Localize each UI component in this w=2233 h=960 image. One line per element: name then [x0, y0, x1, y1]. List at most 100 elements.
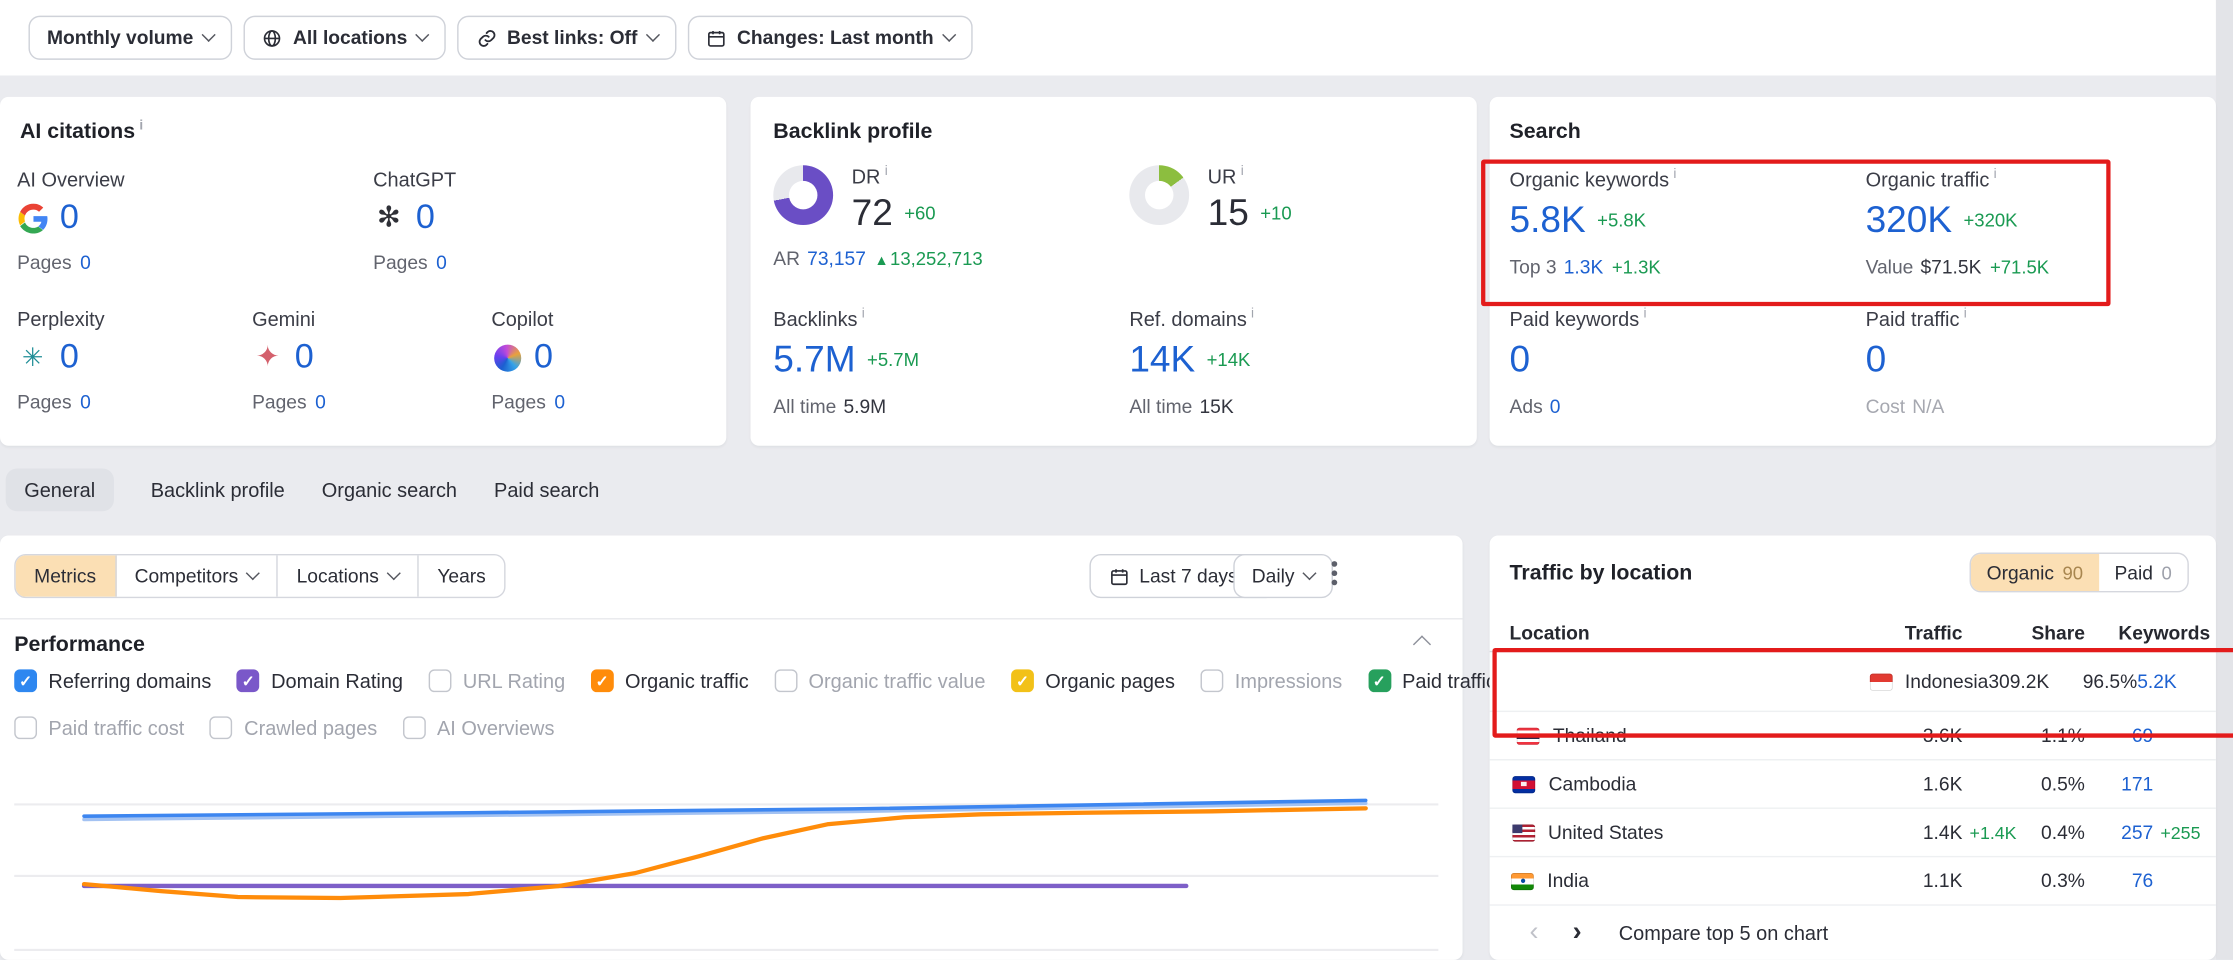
tab-backlink-profile[interactable]: Backlink profile [151, 469, 285, 512]
tab-paid-search[interactable]: Paid search [494, 469, 599, 512]
pages-count-link[interactable]: 0 [80, 253, 91, 274]
chevron-down-icon [1302, 566, 1316, 580]
chatgpt-metric: ChatGPT ✻ 0 Pages0 [373, 168, 456, 274]
collapse-chevron-up-icon[interactable] [1413, 635, 1431, 653]
metric-checkbox-row-1: ✓Referring domains ✓Domain Rating URL Rati… [14, 669, 1496, 692]
checkbox-checked-icon[interactable]: ✓ [591, 669, 614, 692]
pages-count-link[interactable]: 0 [80, 392, 91, 413]
location-table-header: Location Traffic Share Keywords [1490, 615, 2216, 652]
checkbox-checked-icon[interactable]: ✓ [1368, 669, 1391, 692]
granularity-dropdown[interactable]: Daily [1233, 554, 1333, 598]
best-links-dropdown[interactable]: Best links: Off [457, 16, 676, 60]
info-icon[interactable]: i [1964, 307, 1967, 323]
table-row-indonesia[interactable]: Indonesia 309.2K 96.5% 5.2K [1490, 652, 2216, 712]
metric-checkbox-organic-traffic-value[interactable]: Organic traffic value [774, 669, 985, 692]
prev-page-arrow[interactable]: ‹ [1529, 917, 1538, 948]
metric-checkbox-impressions[interactable]: Impressions [1201, 669, 1343, 692]
changes-dropdown[interactable]: Changes: Last month [687, 16, 972, 60]
info-icon[interactable]: i [1994, 167, 1997, 183]
keywords-link[interactable]: 257 [2085, 822, 2153, 843]
metric-checkbox-url-rating[interactable]: URL Rating [429, 669, 566, 692]
backlinks-value-link[interactable]: 5.7M [773, 339, 855, 380]
perplexity-count[interactable]: 0 [60, 339, 79, 377]
more-options-button[interactable] [1322, 560, 1348, 588]
keywords-link[interactable]: 171 [2085, 773, 2153, 794]
organic-traffic-value-link[interactable]: 320K [1866, 199, 1952, 240]
segment-locations[interactable]: Locations [278, 555, 419, 596]
info-icon[interactable]: i [1251, 307, 1254, 323]
checkbox-unchecked-icon[interactable] [403, 716, 426, 739]
keywords-link[interactable]: 69 [2085, 725, 2153, 746]
metric-checkbox-paid-traffic-cost[interactable]: Paid traffic cost [14, 716, 184, 739]
ads-count-link[interactable]: 0 [1550, 395, 1561, 416]
monthly-volume-dropdown[interactable]: Monthly volume [28, 16, 231, 60]
info-icon[interactable]: i [1241, 164, 1244, 180]
ai-overview-count[interactable]: 0 [60, 199, 79, 237]
paid-traffic-value-link[interactable]: 0 [1866, 339, 1887, 380]
segment-metrics[interactable]: Metrics [16, 555, 116, 596]
checkbox-unchecked-icon[interactable] [429, 669, 452, 692]
ar-value-link[interactable]: 73,157 [807, 248, 866, 269]
top3-link[interactable]: 1.3K [1564, 256, 1604, 277]
keywords-link[interactable]: 76 [2085, 870, 2153, 891]
copilot-count[interactable]: 0 [534, 339, 553, 377]
google-icon [17, 202, 48, 233]
info-icon[interactable]: i [885, 164, 888, 180]
metric-checkbox-ai-overviews[interactable]: AI Overviews [403, 716, 555, 739]
gemini-count[interactable]: 0 [295, 339, 314, 377]
segment-competitors[interactable]: Competitors [116, 555, 278, 596]
organic-keywords-metric: Organic keywordsi 5.8K +5.8K Top 31.3K+1… [1510, 168, 1677, 277]
metric-checkbox-paid-traffic[interactable]: ✓Paid traffic [1368, 669, 1496, 692]
metric-checkbox-label: Organic traffic value [809, 669, 986, 692]
keywords-link[interactable]: 5.2K [2137, 671, 2177, 692]
paid-keywords-value-link[interactable]: 0 [1510, 339, 1531, 380]
pages-count-link[interactable]: 0 [554, 392, 565, 413]
info-icon[interactable]: i [139, 118, 143, 134]
checkbox-unchecked-icon[interactable] [1201, 669, 1224, 692]
scrollbar[interactable] [2216, 0, 2233, 960]
ur-donut-icon [1129, 165, 1189, 225]
metric-checkbox-organic-pages[interactable]: ✓Organic pages [1011, 669, 1175, 692]
toggle-organic[interactable]: Organic 90 [1971, 554, 2099, 591]
organic-keywords-value-link[interactable]: 5.8K [1510, 199, 1586, 240]
checkbox-checked-icon[interactable]: ✓ [14, 669, 37, 692]
table-row-india[interactable]: India 1.1K 0.3% 76 [1490, 857, 2216, 905]
location-table-body: Indonesia 309.2K 96.5% 5.2K Thailand 3.6… [1490, 652, 2216, 905]
table-row-united-states[interactable]: United States 1.4K +1.4K 0.4% 257 +255 [1490, 809, 2216, 857]
ref-domains-value-link[interactable]: 14K [1129, 339, 1195, 380]
segment-years[interactable]: Years [419, 555, 504, 596]
next-page-arrow[interactable]: › [1573, 917, 1582, 948]
checkbox-unchecked-icon[interactable] [774, 669, 797, 692]
metric-checkbox-organic-traffic[interactable]: ✓ Organic traffic [591, 669, 749, 692]
chevron-down-icon [941, 28, 955, 42]
tab-organic-search[interactable]: Organic search [322, 469, 457, 512]
tab-general[interactable]: General [6, 469, 114, 512]
toggle-paid[interactable]: Paid 0 [2099, 554, 2188, 591]
metric-checkbox-label: Paid traffic cost [48, 716, 184, 739]
divider [0, 618, 1463, 619]
calendar-icon [1108, 565, 1129, 586]
checkbox-unchecked-icon[interactable] [14, 716, 37, 739]
table-row-cambodia[interactable]: Cambodia 1.6K 0.5% 171 [1490, 760, 2216, 808]
checkbox-checked-icon[interactable]: ✓ [1011, 669, 1034, 692]
openai-icon: ✻ [373, 202, 404, 233]
metric-checkbox-domain-rating[interactable]: ✓Domain Rating [237, 669, 403, 692]
metric-checkbox-label: AI Overviews [437, 716, 554, 739]
compare-top5-link[interactable]: Compare top 5 on chart [1619, 921, 1828, 944]
backlinks-metric: Backlinksi 5.7M +5.7M All time5.9M [773, 308, 919, 417]
locations-dropdown[interactable]: All locations [243, 16, 446, 60]
copilot-icon [491, 342, 522, 373]
table-row-thailand[interactable]: Thailand 3.6K 1.1% 69 [1490, 712, 2216, 760]
checkbox-checked-icon[interactable]: ✓ [237, 669, 260, 692]
best-links-label: Best links: Off [507, 27, 637, 48]
checkbox-unchecked-icon[interactable] [210, 716, 233, 739]
info-icon[interactable]: i [1643, 307, 1646, 323]
metric-checkbox-referring-domains[interactable]: ✓Referring domains [14, 669, 211, 692]
chatgpt-count[interactable]: 0 [416, 199, 435, 237]
metric-checkbox-crawled-pages[interactable]: Crawled pages [210, 716, 377, 739]
info-icon[interactable]: i [1673, 167, 1676, 183]
info-icon[interactable]: i [862, 307, 865, 323]
pages-count-link[interactable]: 0 [436, 253, 447, 274]
metric-checkbox-label: Organic traffic [625, 669, 749, 692]
pages-count-link[interactable]: 0 [315, 392, 326, 413]
